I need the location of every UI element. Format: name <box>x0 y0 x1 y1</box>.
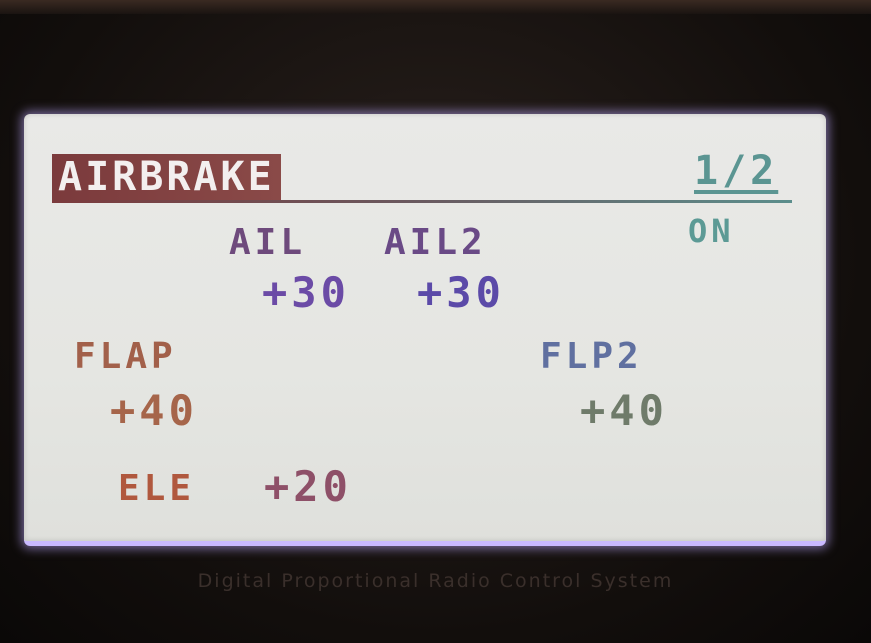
title-bar: AIRBRAKE <box>52 154 281 200</box>
lcd-screen: AIRBRAKE 1/2 ON AIL AIL2 +30 +30 FLAP +4… <box>24 114 826 546</box>
device-caption: Digital Proportional Radio Control Syste… <box>197 570 674 592</box>
title-divider <box>52 200 792 203</box>
bezel-top <box>0 0 871 14</box>
ail-label: AIL <box>229 222 307 263</box>
ail2-label: AIL2 <box>384 222 487 263</box>
transmitter-body: AIRBRAKE 1/2 ON AIL AIL2 +30 +30 FLAP +4… <box>0 0 871 643</box>
ail2-value[interactable]: +30 <box>417 268 505 317</box>
page-indicator[interactable]: 1/2 <box>694 148 778 194</box>
flap-label: FLAP <box>74 336 177 377</box>
ail-value[interactable]: +30 <box>262 268 350 317</box>
flp2-label: FLP2 <box>540 336 643 377</box>
ele-label: ELE <box>118 468 196 509</box>
airbrake-status[interactable]: ON <box>688 212 735 250</box>
screen-title: AIRBRAKE <box>58 154 275 200</box>
flp2-value[interactable]: +40 <box>580 386 668 435</box>
flap-value[interactable]: +40 <box>110 386 198 435</box>
ele-value[interactable]: +20 <box>264 462 352 511</box>
